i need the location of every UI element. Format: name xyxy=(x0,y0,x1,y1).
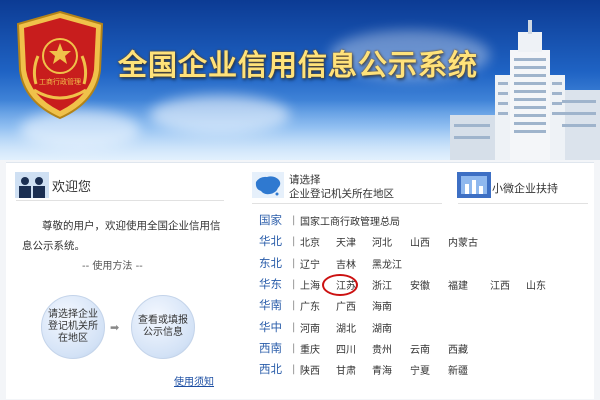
province-list: 辽宁 吉林 黑龙江 xyxy=(300,254,560,272)
province-link[interactable]: 西藏 xyxy=(448,341,468,356)
select-line1: 请选择 xyxy=(289,174,321,186)
province-link[interactable]: 广西 xyxy=(336,298,356,313)
separator: | xyxy=(292,363,296,375)
aic-emblem-icon: 工商行政管理 xyxy=(16,10,104,120)
welcome-title: 欢迎您 xyxy=(52,180,92,195)
svg-text:工商行政管理: 工商行政管理 xyxy=(39,77,81,86)
region-label: 东北 xyxy=(259,256,282,270)
staff-icon xyxy=(15,172,49,198)
province-link[interactable]: 贵州 xyxy=(372,341,392,356)
separator: | xyxy=(292,299,296,311)
region-row: 东北 | 辽宁 吉林 黑龙江 xyxy=(259,254,560,272)
step1-label: 请选择企业登记机关所在地区 xyxy=(48,309,98,344)
region-row: 华南 | 广东 广西 海南 xyxy=(259,296,560,314)
usage-method-heading: -- 使用方法 -- xyxy=(82,261,143,272)
region-label: 华南 xyxy=(259,298,282,312)
province-link[interactable]: 内蒙古 xyxy=(448,234,478,249)
province-link[interactable]: 甘肃 xyxy=(336,362,356,377)
province-link[interactable]: 湖北 xyxy=(336,320,356,335)
separator: | xyxy=(292,278,296,290)
header-banner: 工商行政管理 全国企业信用信息公示系统 xyxy=(0,0,600,160)
province-list: 重庆 四川 贵州 云南 西藏 xyxy=(300,339,560,357)
province-link[interactable]: 山东 xyxy=(526,277,546,292)
divider xyxy=(16,200,224,201)
arrow-right-icon: ➡ xyxy=(110,321,120,334)
province-list: 河南 湖北 湖南 xyxy=(300,318,560,336)
province-link[interactable]: 海南 xyxy=(372,298,392,313)
province-link[interactable]: 四川 xyxy=(336,341,356,356)
small-business-icon xyxy=(457,172,491,198)
select-region-title: 请选择 企业登记机关所在地区 xyxy=(289,173,394,201)
small-business-title[interactable]: 小微企业扶持 xyxy=(492,180,558,196)
province-link[interactable]: 河北 xyxy=(372,234,392,249)
divider xyxy=(252,203,442,204)
region-row: 华中 | 河南 湖北 湖南 xyxy=(259,318,560,336)
province-link[interactable]: 浙江 xyxy=(372,277,392,292)
province-link[interactable]: 广东 xyxy=(300,298,320,313)
region-label: 华中 xyxy=(259,320,282,334)
province-list: 陕西 甘肃 青海 宁夏 新疆 xyxy=(300,360,560,378)
province-link[interactable]: 青海 xyxy=(372,362,392,377)
province-link[interactable]: 辽宁 xyxy=(300,256,320,271)
usage-notice-link[interactable]: 使用须知 xyxy=(174,373,214,388)
province-link[interactable]: 宁夏 xyxy=(410,362,430,377)
province-list: 国家工商行政管理总局 xyxy=(300,211,560,229)
step-view-info-button[interactable]: 查看或填报公示信息 xyxy=(131,295,195,359)
province-link[interactable]: 云南 xyxy=(410,341,430,356)
province-link[interactable]: 福建 xyxy=(448,277,468,292)
region-row: 西北 | 陕西 甘肃 青海 宁夏 新疆 xyxy=(259,360,560,378)
province-link[interactable]: 湖南 xyxy=(372,320,392,335)
province-link[interactable]: 河南 xyxy=(300,320,320,335)
province-link[interactable]: 北京 xyxy=(300,234,320,249)
region-row: 华北 | 北京 天津 河北 山西 内蒙古 xyxy=(259,232,560,250)
region-row: 西南 | 重庆 四川 贵州 云南 西藏 xyxy=(259,339,560,357)
step2-label: 查看或填报公示信息 xyxy=(138,315,188,338)
province-link[interactable]: 国家工商行政管理总局 xyxy=(300,213,400,228)
province-link[interactable]: 天津 xyxy=(336,234,356,249)
separator: | xyxy=(292,214,296,226)
region-label: 西南 xyxy=(259,341,282,355)
divider xyxy=(458,203,588,204)
province-link[interactable]: 吉林 xyxy=(336,256,356,271)
province-link[interactable]: 黑龙江 xyxy=(372,256,402,271)
province-link[interactable]: 新疆 xyxy=(448,362,468,377)
site-title: 全国企业信用信息公示系统 xyxy=(118,48,479,82)
region-label: 华北 xyxy=(259,234,282,248)
region-label: 国家 xyxy=(259,213,282,227)
welcome-text: 尊敬的用户，欢迎使用全国企业信用信息公示系统。 xyxy=(22,220,221,252)
province-link[interactable]: 江西 xyxy=(490,277,510,292)
region-label: 华东 xyxy=(259,277,282,291)
highlight-circle xyxy=(322,274,358,296)
step-select-region-button[interactable]: 请选择企业登记机关所在地区 xyxy=(41,295,105,359)
province-list: 北京 天津 河北 山西 内蒙古 xyxy=(300,232,560,250)
region-row: 国家 | 国家工商行政管理总局 xyxy=(259,211,560,229)
separator: | xyxy=(292,235,296,247)
separator: | xyxy=(292,257,296,269)
province-link[interactable]: 陕西 xyxy=(300,362,320,377)
province-link[interactable]: 安徽 xyxy=(410,277,430,292)
separator: | xyxy=(292,321,296,333)
separator: | xyxy=(292,342,296,354)
province-link[interactable]: 重庆 xyxy=(300,341,320,356)
province-link[interactable]: 山西 xyxy=(410,234,430,249)
province-list: 广东 广西 海南 xyxy=(300,296,560,314)
building-illustration xyxy=(450,20,600,160)
china-map-icon xyxy=(252,172,284,198)
region-row: 华东 | 上海 江苏 浙江 安徽 福建 江西 山东 xyxy=(259,275,560,293)
province-link[interactable]: 上海 xyxy=(300,277,320,292)
region-label: 西北 xyxy=(259,362,282,376)
select-line2: 企业登记机关所在地区 xyxy=(289,188,394,200)
